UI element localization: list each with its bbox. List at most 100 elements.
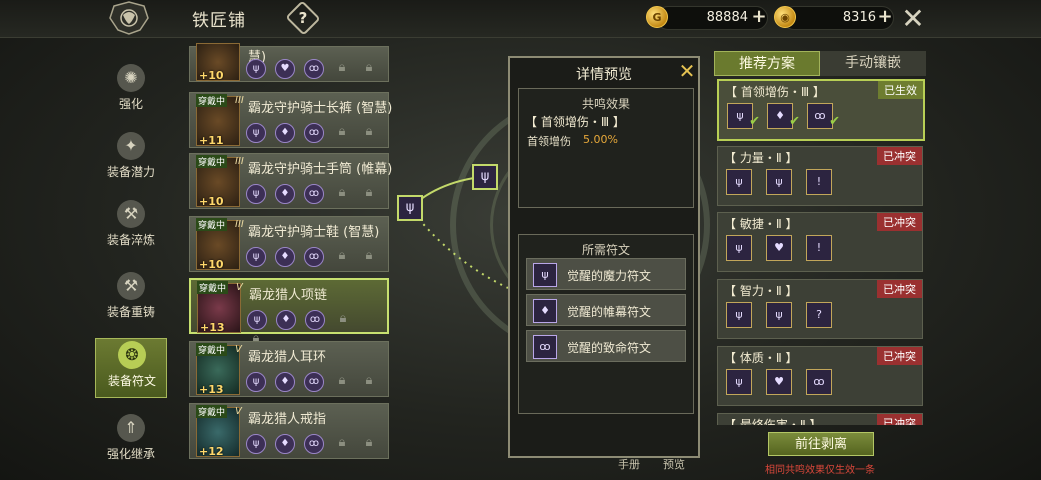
rune-icon: ψ ✔ bbox=[727, 103, 760, 129]
nav-label: 装备重铸 bbox=[106, 305, 155, 319]
rune-slot-icon[interactable]: ꝏ bbox=[304, 372, 324, 392]
plan-card[interactable]: 【 智力・Ⅱ 】 已冲突 ψ ψ? bbox=[717, 279, 923, 339]
rune-slot-icon[interactable]: ♦ bbox=[275, 372, 295, 392]
plan-runes: ψ ψ! bbox=[726, 169, 846, 195]
item-thumbnail: 穿戴中 V +13 bbox=[196, 343, 242, 396]
detail-preview-panel: 详情预览 ✕ 共鸣效果 【 首领增伤・Ⅲ 】 首领增伤 5.00% 所需符文 ψ… bbox=[508, 56, 700, 458]
rune-slot-icon[interactable]: ψ bbox=[246, 372, 266, 392]
inherit-icon: ⇑ bbox=[117, 414, 145, 442]
goto-strip-button[interactable]: 前往剥离 bbox=[768, 432, 874, 456]
rune-slot-icon[interactable]: ꝏ bbox=[304, 434, 324, 454]
rune-slots: ψ ♦ ꝏ 🔒︎ 🔒︎ bbox=[246, 184, 387, 204]
equipment-item[interactable]: +10 慧) ψ ♥ ꝏ 🔒︎ 🔒︎ bbox=[189, 43, 389, 82]
plan-status-badge: 已冲突 bbox=[877, 213, 922, 231]
plan-title: 【 力量・Ⅱ 】 bbox=[724, 151, 798, 165]
required-rune-row[interactable]: ψ 觉醒的魔力符文 bbox=[526, 258, 686, 290]
nav-strengthen[interactable]: ✺ 强化 bbox=[95, 62, 167, 124]
rune-slot-icon[interactable]: ♦ bbox=[275, 247, 295, 267]
required-rune-row[interactable]: ♦ 觉醒的帷幕符文 bbox=[526, 294, 686, 326]
item-thumbnail: +10 bbox=[196, 43, 240, 82]
plan-card[interactable]: 【 力量・Ⅱ 】 已冲突 ψ ψ! bbox=[717, 146, 923, 206]
lock-icon: 🔒︎ bbox=[338, 373, 346, 388]
rune-slot-icon[interactable]: ♦ bbox=[275, 434, 295, 454]
rune-icon: ❂ bbox=[118, 341, 146, 369]
plan-status-badge: 已冲突 bbox=[877, 414, 922, 425]
item-thumbnail: 穿戴中 III +10 bbox=[196, 218, 244, 271]
plan-title: 【 最终伤害・Ⅱ 】 bbox=[724, 418, 822, 425]
lock-icon: 🔒︎ bbox=[338, 435, 346, 450]
resonance-stat-value: 5.00% bbox=[583, 133, 618, 146]
rune-label: 觉醒的致命符文 bbox=[567, 341, 652, 355]
lock-icon: 🔒︎ bbox=[338, 124, 346, 139]
equipment-item[interactable]: 穿戴中 III +10 霸龙守护骑士手筒 (帷幕) ψ ♦ ꝏ 🔒︎ 🔒︎ bbox=[189, 153, 392, 209]
plan-list: 【 首领增伤・Ⅲ 】 已生效 ψ ✔ ♦ ✔ ꝏ ✔ 【 力量・Ⅱ 】 已冲突 ψ ψ! 【… bbox=[712, 77, 928, 425]
rune-icon: ? bbox=[806, 302, 832, 328]
footnote: 相同共鸣效果仅生效一条 bbox=[765, 465, 875, 476]
nav-potential[interactable]: ✦ 装备潜力 bbox=[95, 130, 167, 192]
tab-recommended[interactable]: 推荐方案 bbox=[714, 51, 820, 76]
lock-icon: 🔒︎ bbox=[339, 311, 347, 326]
item-name: 霸龙守护骑士长裤 (智慧) bbox=[248, 101, 393, 116]
rune-slot-icon[interactable]: ψ bbox=[246, 59, 266, 79]
rune-slot-icon[interactable]: ψ bbox=[246, 184, 266, 204]
rune-icon: ꝏ ✔ bbox=[807, 103, 840, 129]
equipment-item[interactable]: 穿戴中 V +12 霸龙猎人戒指 ψ ♦ ꝏ 🔒︎ 🔒︎ bbox=[189, 403, 389, 459]
item-name: 霸龙守护骑士鞋 (智慧) bbox=[248, 225, 380, 240]
rune-slot-icon[interactable]: ꝏ bbox=[304, 247, 324, 267]
rune-label: 觉醒的帷幕符文 bbox=[567, 305, 652, 319]
nav-label: 装备淬炼 bbox=[106, 233, 155, 247]
item-name: 霸龙猎人耳环 bbox=[248, 350, 327, 365]
plan-card[interactable]: 【 敏捷・Ⅱ 】 已冲突 ψ ♥! bbox=[717, 212, 923, 272]
rune-icon: ψ bbox=[726, 369, 752, 395]
rune-slot-icon[interactable]: ♦ bbox=[275, 123, 295, 143]
manual-link[interactable]: 手册 bbox=[618, 456, 640, 472]
close-icon[interactable]: ✕ bbox=[676, 60, 698, 82]
add-gold-button[interactable]: + bbox=[750, 8, 768, 26]
lock-icon: 🔒︎ bbox=[365, 124, 373, 139]
equipment-item[interactable]: 穿戴中 V +13 霸龙猎人耳环 ψ ♦ ꝏ 🔒︎ 🔒︎ bbox=[189, 341, 389, 397]
rune-slot-icon[interactable]: ꝏ bbox=[304, 123, 324, 143]
equipment-item[interactable]: 穿戴中 III +11 霸龙守护骑士长裤 (智慧) ψ ♦ ꝏ 🔒︎ 🔒︎ bbox=[189, 92, 393, 148]
preview-link[interactable]: 预览 bbox=[663, 456, 685, 472]
rune-node-icon[interactable]: ψ bbox=[472, 164, 498, 190]
rune-icon: ψ bbox=[726, 302, 752, 328]
fatal-rune-icon: ꝏ bbox=[533, 335, 557, 359]
add-gem-button[interactable]: + bbox=[876, 8, 894, 26]
equipment-item[interactable]: 穿戴中 III +10 霸龙守护骑士鞋 (智慧) ψ ♦ ꝏ 🔒︎ 🔒︎ bbox=[189, 216, 389, 272]
item-name: 霸龙猎人项链 bbox=[249, 288, 328, 303]
rune-slot-icon[interactable]: ψ bbox=[247, 310, 267, 330]
nav-label: 装备符文 bbox=[107, 374, 156, 388]
rune-slot-icon[interactable]: ♦ bbox=[275, 184, 295, 204]
rune-slot-icon[interactable]: ψ bbox=[246, 247, 266, 267]
nav-rune[interactable]: ❂ 装备符文 bbox=[95, 338, 167, 398]
plan-title: 【 首领增伤・Ⅲ 】 bbox=[725, 85, 825, 99]
rune-slot-icon[interactable]: ψ bbox=[246, 434, 266, 454]
rune-slot-icon[interactable]: ꝏ bbox=[304, 59, 324, 79]
lock-icon: 🔒︎ bbox=[365, 185, 373, 200]
nav-refine[interactable]: ⚒ 装备淬炼 bbox=[95, 198, 167, 260]
nav-inherit[interactable]: ⇑ 强化继承 bbox=[95, 412, 167, 474]
close-icon[interactable]: ✕ bbox=[898, 4, 928, 34]
connection-lines bbox=[409, 175, 509, 289]
plan-card[interactable]: 【 体质・Ⅱ 】 已冲突 ψ ♥ ꝏ bbox=[717, 346, 923, 406]
rune-icon: ψ bbox=[726, 235, 752, 261]
equipment-item-selected[interactable]: 穿戴中 V +13 霸龙猎人项链 ψ ♦ ꝏ 🔒︎🔒︎ bbox=[189, 278, 389, 346]
rune-slot-icon[interactable]: ♦ bbox=[276, 310, 296, 330]
lock-icon: 🔒︎ bbox=[365, 248, 373, 263]
rune-slots: ψ ♦ ꝏ 🔒︎ 🔒︎ bbox=[246, 247, 387, 267]
rune-node-icon[interactable]: ψ bbox=[397, 195, 423, 221]
plan-card[interactable]: 【 首领增伤・Ⅲ 】 已生效 ψ ✔ ♦ ✔ ꝏ ✔ bbox=[717, 79, 925, 141]
rune-slot-icon[interactable]: ꝏ bbox=[304, 184, 324, 204]
rune-slots: ψ ♦ ꝏ 🔒︎ 🔒︎ bbox=[246, 123, 387, 143]
rune-icon: ♦ ✔ bbox=[767, 103, 800, 129]
item-thumbnail: 穿戴中 V +12 bbox=[196, 405, 242, 458]
resonance-stat-label: 首领增伤 bbox=[527, 135, 571, 148]
rune-slot-icon[interactable]: ψ bbox=[246, 123, 266, 143]
rune-slot-icon[interactable]: ♥ bbox=[275, 59, 295, 79]
required-rune-row[interactable]: ꝏ 觉醒的致命符文 bbox=[526, 330, 686, 362]
rune-slot-icon[interactable]: ꝏ bbox=[305, 310, 325, 330]
plan-card[interactable]: 【 最终伤害・Ⅱ 】 已冲突 bbox=[717, 413, 923, 425]
tab-manual[interactable]: 手动镶嵌 bbox=[820, 51, 926, 76]
item-thumbnail: 穿戴中 V +13 bbox=[197, 281, 243, 334]
nav-reforge[interactable]: ⚒ 装备重铸 bbox=[95, 270, 167, 332]
